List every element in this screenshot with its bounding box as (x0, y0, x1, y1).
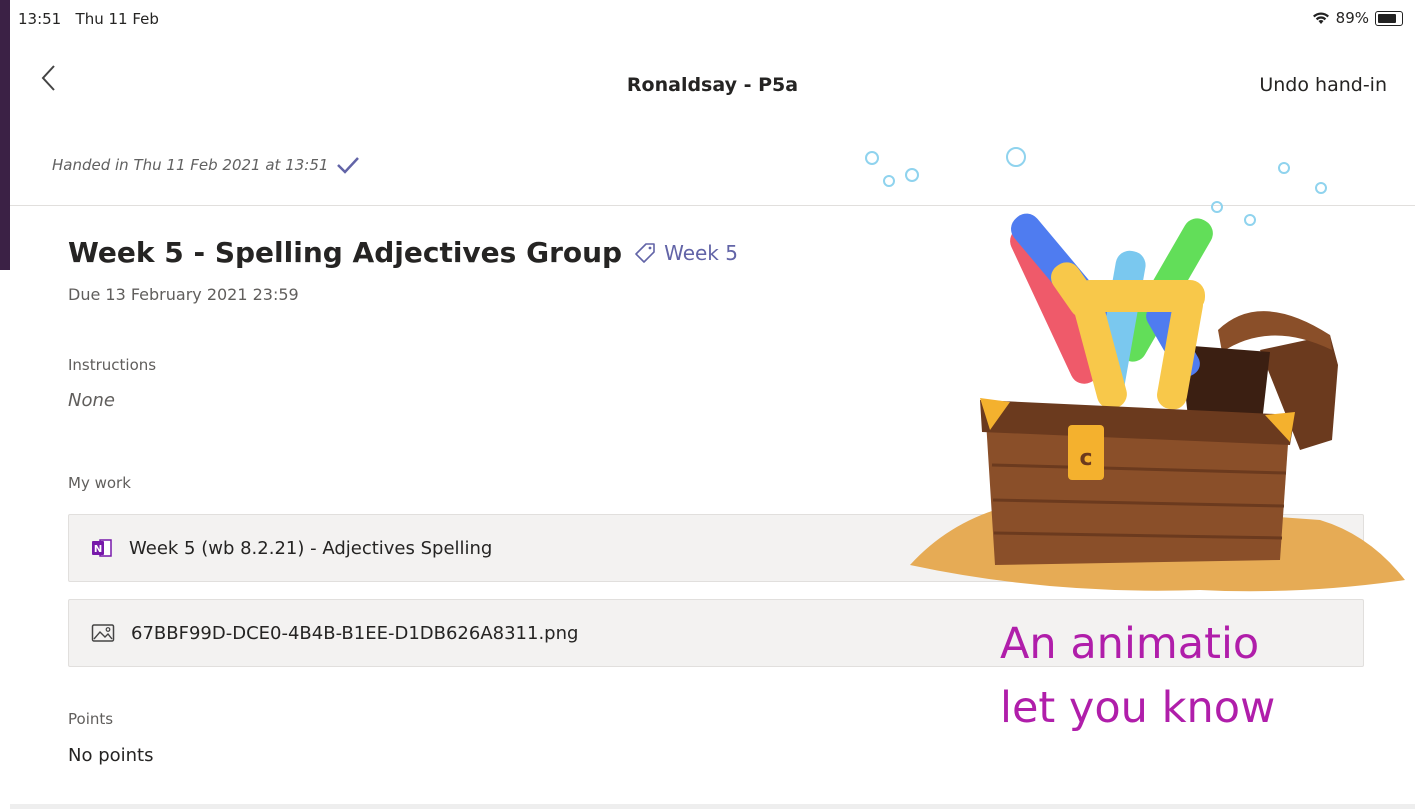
points-value: No points (68, 745, 154, 766)
due-date: Due 13 February 2021 23:59 (68, 285, 299, 304)
my-work-label: My work (68, 474, 131, 492)
status-time: 13:51 Thu 11 Feb (18, 10, 159, 28)
back-button[interactable] (40, 64, 56, 100)
svg-text:N: N (94, 544, 102, 555)
navigation-bar: Ronaldsay - P5a Undo hand-in (10, 40, 1415, 130)
battery-icon (1375, 10, 1403, 26)
page-title: Ronaldsay - P5a (626, 74, 799, 96)
assignment-title: Week 5 - Spelling Adjectives Group (68, 236, 623, 269)
status-bar: 13:51 Thu 11 Feb 89% (10, 0, 1415, 40)
image-icon (91, 624, 115, 642)
onenote-icon: N (92, 539, 112, 557)
file-name: Week 5 (wb 8.2.21) - Adjectives Spelling (129, 537, 493, 559)
wifi-icon (1312, 12, 1329, 24)
chevron-left-icon (41, 65, 55, 91)
instructions-label: Instructions (68, 356, 157, 374)
handed-in-status: Handed in Thu 11 Feb 2021 at 13:51 (52, 156, 360, 174)
battery-percent: 89% (1335, 9, 1369, 27)
assignment-tag[interactable]: Week 5 (634, 241, 738, 265)
battery-fill (1378, 13, 1396, 23)
treasure-chest-illustration: c (910, 213, 1405, 592)
handed-in-text: Handed in Thu 11 Feb 2021 at 13:51 (52, 156, 329, 174)
instructions-value: None (68, 390, 115, 411)
window-frame-edge (0, 0, 10, 270)
status-indicators: 89% (1312, 9, 1403, 27)
points-label: Points (68, 710, 114, 728)
svg-text:c: c (1079, 446, 1092, 471)
checkmark-icon (337, 157, 360, 174)
tag-label: Week 5 (664, 240, 738, 265)
assignment-header: Week 5 - Spelling Adjectives Group Week … (68, 236, 738, 269)
bottom-divider (10, 804, 1415, 809)
undo-hand-in-button[interactable]: Undo hand-in (1259, 74, 1387, 96)
file-name: 67BBF99D-DCE0-4B4B-B1EE-D1DB626A8311.png (131, 622, 579, 644)
tag-icon (635, 242, 655, 263)
animation-caption: An animatio let you know (1000, 619, 1276, 733)
